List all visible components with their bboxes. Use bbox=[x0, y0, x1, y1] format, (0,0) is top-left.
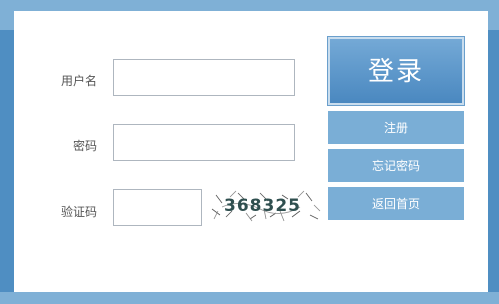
back-home-button[interactable]: 返回首页 bbox=[328, 187, 464, 220]
register-button[interactable]: 注册 bbox=[328, 111, 464, 144]
username-input[interactable] bbox=[113, 59, 295, 96]
captcha-image[interactable]: 368325 bbox=[210, 189, 322, 225]
password-label: 密码 bbox=[72, 139, 97, 153]
password-input[interactable] bbox=[113, 124, 295, 161]
forgot-password-button[interactable]: 忘记密码 bbox=[328, 149, 464, 182]
frame-bottom-band bbox=[0, 292, 499, 304]
captcha-input[interactable] bbox=[113, 189, 202, 226]
username-label: 用户名 bbox=[60, 74, 97, 88]
captcha-text: 368325 bbox=[224, 196, 301, 216]
captcha-label: 验证码 bbox=[60, 205, 97, 219]
login-button[interactable]: 登录 bbox=[328, 37, 464, 105]
